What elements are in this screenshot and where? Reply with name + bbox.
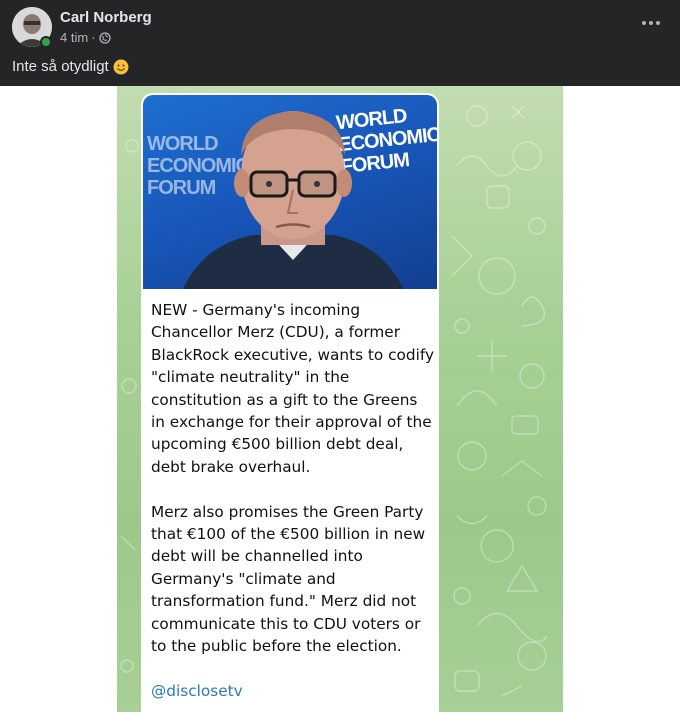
post-image[interactable]: WORLD ECONOMIC FORUM WORLD ECONOMIC FORU…	[117, 86, 563, 712]
source-handle-link[interactable]: @disclosetv	[151, 680, 435, 702]
message-text: NEW - Germany's incoming Chancellor Merz…	[151, 299, 435, 712]
person-portrait	[183, 111, 403, 289]
post-text-content: Inte så otydligt	[12, 58, 109, 75]
post-meta: 4 tim ·	[60, 30, 111, 45]
post-time[interactable]: 4 tim	[60, 30, 88, 45]
online-status-indicator	[40, 36, 52, 48]
smiley-emoji-icon	[113, 59, 129, 75]
meta-separator: ·	[91, 30, 96, 45]
author-name[interactable]: Carl Norberg	[60, 9, 152, 26]
post-text: Inte så otydligt	[12, 58, 129, 75]
more-icon	[642, 21, 660, 25]
message-card: WORLD ECONOMIC FORUM WORLD ECONOMIC FORU…	[141, 93, 439, 712]
message-paragraph-1: NEW - Germany's incoming Chancellor Merz…	[151, 301, 435, 476]
post-header: Carl Norberg 4 tim · Inte så otydligt	[0, 0, 680, 86]
globe-icon	[98, 31, 111, 44]
more-options-button[interactable]	[638, 10, 664, 36]
news-photo: WORLD ECONOMIC FORUM WORLD ECONOMIC FORU…	[143, 95, 437, 289]
message-paragraph-2: Merz also promises the Green Party that …	[151, 502, 426, 656]
